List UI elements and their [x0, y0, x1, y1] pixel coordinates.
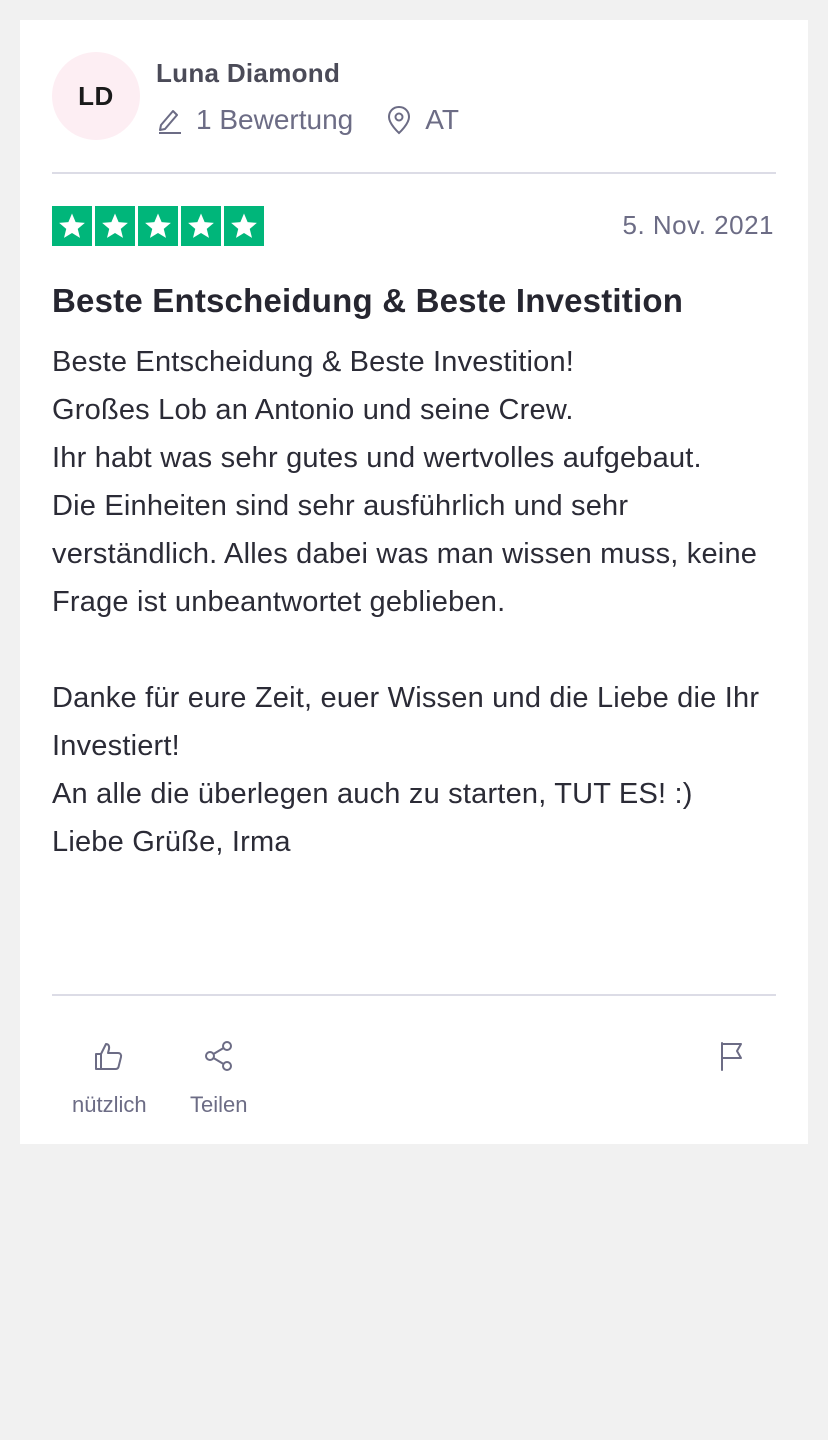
avatar[interactable]: LD: [52, 52, 140, 140]
actions-divider: [52, 994, 776, 996]
reviewer-header: LD Luna Diamond 1 Bewertung AT: [52, 52, 776, 172]
useful-label: nützlich: [72, 1092, 147, 1117]
review-text-line: Danke für eure Zeit, euer Wissen und die…: [52, 682, 768, 762]
review-text-line: Liebe Grüße, Irma: [52, 826, 291, 858]
review-count: 1 Bewertung: [156, 104, 353, 136]
pencil-icon: [156, 104, 184, 136]
review-text-line: Die Einheiten sind sehr ausführlich und …: [52, 490, 766, 618]
review-title[interactable]: Beste Entscheidung & Beste Investition: [52, 282, 776, 320]
country-text: AT: [425, 104, 459, 135]
share-icon: [203, 1040, 235, 1092]
reviewer-meta: 1 Bewertung AT: [156, 104, 491, 136]
star-icon: [95, 206, 135, 246]
review-text-line: [52, 626, 780, 674]
review-text-line: Beste Entscheidung & Beste Investition!: [52, 346, 575, 378]
reviewer-name[interactable]: Luna Diamond: [156, 58, 340, 89]
star-icon: [224, 206, 264, 246]
share-button[interactable]: Teilen: [190, 1040, 247, 1118]
review-text-line: Großes Lob an Antonio und seine Crew.: [52, 394, 574, 426]
review-text: Beste Entscheidung & Beste Investition! G…: [52, 338, 780, 866]
header-divider: [52, 172, 776, 174]
review-actions: nützlich Teilen: [52, 1016, 776, 1117]
thumbs-up-icon: [93, 1040, 125, 1092]
flag-icon: [718, 1040, 746, 1092]
review-date: 5. Nov. 2021: [622, 210, 774, 240]
reviewer-location: AT: [385, 104, 459, 136]
review-count-text: 1 Bewertung: [196, 104, 354, 135]
location-pin-icon: [385, 104, 413, 136]
star-icon: [52, 206, 92, 246]
review-text-line: Ihr habt was sehr gutes und wertvolles a…: [52, 442, 702, 474]
report-button[interactable]: [718, 1040, 746, 1092]
star-icon: [138, 206, 178, 246]
review-card: LD Luna Diamond 1 Bewertung AT 5. Nov. 2…: [20, 20, 808, 1144]
share-label: Teilen: [190, 1092, 248, 1117]
review-text-line: An alle die überlegen auch zu starten, T…: [52, 778, 693, 810]
star-icon: [181, 206, 221, 246]
useful-button[interactable]: nützlich: [72, 1040, 147, 1118]
star-rating: [52, 206, 267, 246]
